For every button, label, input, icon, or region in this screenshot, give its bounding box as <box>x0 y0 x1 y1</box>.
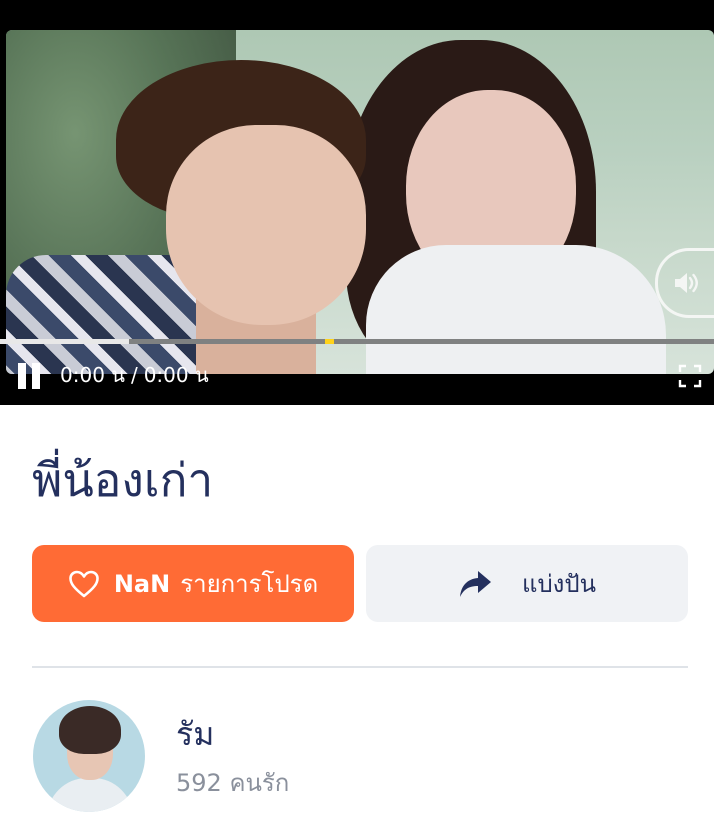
heart-icon <box>69 570 99 597</box>
time-separator: / <box>130 363 138 387</box>
pause-icon-bar-right <box>32 363 40 389</box>
video-figure-woman-coat <box>366 245 666 374</box>
fullscreen-icon[interactable] <box>678 364 702 388</box>
artist-name[interactable]: รัม <box>176 712 214 756</box>
song-title: พี่น้องเก่า <box>32 453 214 507</box>
avatar-body <box>47 778 133 812</box>
current-time: 0:00 น <box>60 363 125 387</box>
video-figure-man-face <box>166 125 366 325</box>
artist-followers: 592 คนรัก <box>176 769 290 797</box>
video-frame[interactable] <box>6 30 714 374</box>
time-display: 0:00 น/0:00 น <box>60 362 209 388</box>
volume-icon <box>675 273 698 293</box>
share-button[interactable]: แบ่งปัน <box>366 545 688 622</box>
duration-time: 0:00 น <box>143 363 209 387</box>
sound-toggle-button[interactable] <box>655 248 714 318</box>
artist-avatar[interactable] <box>33 700 145 812</box>
favorite-button[interactable]: NaN รายการโปรด <box>32 545 354 622</box>
progress-bar[interactable] <box>0 339 714 344</box>
avatar-hair <box>59 706 121 754</box>
favorite-label: รายการโปรด <box>180 570 319 598</box>
progress-played <box>0 339 129 344</box>
pause-button[interactable] <box>18 363 42 389</box>
pause-icon-bar-left <box>18 363 26 389</box>
progress-marker[interactable] <box>324 339 334 344</box>
share-arrow-icon <box>459 570 491 597</box>
section-divider <box>32 666 688 668</box>
favorite-count: NaN <box>113 569 171 598</box>
video-player[interactable]: 0:00 น/0:00 น <box>0 0 714 405</box>
share-label: แบ่งปัน <box>521 570 597 598</box>
